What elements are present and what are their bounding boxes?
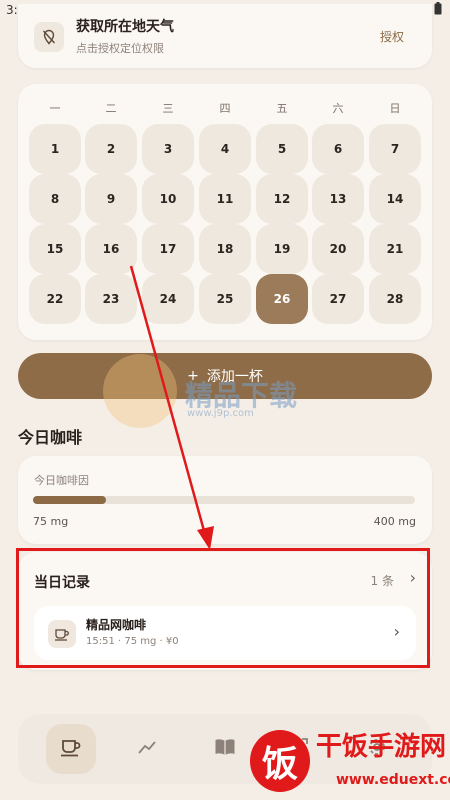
calendar-day[interactable]: 6 — [310, 124, 366, 174]
calendar-day[interactable]: 17 — [140, 224, 196, 274]
calendar-day-number: 24 — [159, 292, 177, 306]
calendar-day[interactable]: 7 — [367, 124, 423, 174]
calendar-day[interactable]: 12 — [254, 174, 310, 224]
calendar-day-number: 16 — [102, 242, 120, 256]
watermark-badge: 饭 — [250, 730, 310, 792]
weekday-label: 五 — [276, 102, 288, 115]
calendar-day-number: 10 — [159, 192, 177, 206]
calendar-day-number: 8 — [50, 192, 60, 206]
calendar-day-number: 18 — [216, 242, 234, 256]
nav-book[interactable] — [200, 724, 250, 774]
caffeine-label: 今日咖啡因 — [34, 474, 89, 487]
watermark-site-title: 干饭手游网 — [316, 732, 447, 762]
cup-icon — [60, 737, 82, 761]
calendar-day[interactable]: 25 — [197, 274, 253, 324]
calendar-day[interactable]: 23 — [83, 274, 139, 324]
watermark-logo: 精品下载 www.j9p.com — [95, 354, 355, 428]
location-off-icon — [34, 22, 64, 52]
calendar-day-number: 26 — [273, 292, 291, 306]
caffeine-current: 75 mg — [33, 515, 69, 528]
calendar-day-number: 20 — [329, 242, 347, 256]
calendar-day-number: 17 — [159, 242, 177, 256]
watermark-url: www.j9p.com — [187, 408, 254, 419]
caffeine-max: 400 mg — [373, 515, 416, 528]
calendar-day-number: 7 — [390, 142, 400, 156]
calendar-day-number: 19 — [273, 242, 291, 256]
authorize-button[interactable]: 授权 — [380, 28, 404, 45]
calendar-day-number: 14 — [386, 192, 404, 206]
calendar-day-number: 12 — [273, 192, 291, 206]
calendar-day-number: 3 — [163, 142, 173, 156]
weekday-label: 一 — [49, 102, 61, 115]
calendar-day[interactable]: 15 — [27, 224, 83, 274]
calendar-day[interactable]: 5 — [254, 124, 310, 174]
calendar-card: 一 二 三 四 五 六 日 1 2 3 4 5 6 7 8 9 10 11 12 13 14 15 16 17 1… — [18, 84, 432, 340]
caffeine-progress-bar — [33, 496, 415, 504]
calendar-day[interactable]: 9 — [83, 174, 139, 224]
location-title: 获取所在地天气 — [76, 19, 174, 35]
battery-icon — [434, 2, 442, 18]
calendar-day-number: 25 — [216, 292, 234, 306]
today-coffee-title: 今日咖啡 — [18, 428, 83, 447]
location-card[interactable]: 获取所在地天气 点击授权定位权限 授权 — [18, 4, 432, 68]
watermark-site-url: www.eduext.com — [336, 772, 450, 788]
nav-coffee[interactable] — [46, 724, 96, 774]
calendar-day[interactable]: 1 — [27, 124, 83, 174]
chart-icon — [137, 739, 157, 759]
calendar-day[interactable]: 11 — [197, 174, 253, 224]
calendar-day-number: 11 — [216, 192, 234, 206]
caffeine-progress-fill — [33, 496, 106, 504]
nav-stats[interactable] — [122, 724, 172, 774]
calendar-day-number: 4 — [220, 142, 230, 156]
calendar-day[interactable]: 16 — [83, 224, 139, 274]
weekday-label: 四 — [219, 102, 231, 115]
weekday-label: 日 — [389, 102, 401, 115]
calendar-day-number: 22 — [46, 292, 64, 306]
calendar-day[interactable]: 28 — [367, 274, 423, 324]
book-icon — [214, 738, 236, 760]
calendar-day-number: 23 — [102, 292, 120, 306]
calendar-day[interactable]: 4 — [197, 124, 253, 174]
calendar-day[interactable]: 21 — [367, 224, 423, 274]
calendar-day[interactable]: 27 — [310, 274, 366, 324]
weekday-label: 二 — [105, 102, 117, 115]
calendar-day-number: 21 — [386, 242, 404, 256]
calendar-day-number: 5 — [277, 142, 287, 156]
weekday-header: 一 二 三 四 五 六 日 — [18, 100, 432, 115]
calendar-day-number: 1 — [50, 142, 60, 156]
calendar-day-number: 28 — [386, 292, 404, 306]
calendar-day[interactable]: 13 — [310, 174, 366, 224]
location-subtitle: 点击授权定位权限 — [76, 42, 164, 55]
calendar-day[interactable]: 10 — [140, 174, 196, 224]
calendar-day-today[interactable]: 26 — [254, 274, 310, 324]
calendar-day-number: 15 — [46, 242, 64, 256]
calendar-day[interactable]: 14 — [367, 174, 423, 224]
calendar-day-number: 13 — [329, 192, 347, 206]
calendar-day[interactable]: 18 — [197, 224, 253, 274]
weekday-label: 三 — [162, 102, 174, 115]
calendar-day-number: 2 — [106, 142, 116, 156]
calendar-day[interactable]: 19 — [254, 224, 310, 274]
calendar-day[interactable]: 22 — [27, 274, 83, 324]
highlight-box — [16, 548, 430, 668]
calendar-day[interactable]: 20 — [310, 224, 366, 274]
calendar-day[interactable]: 2 — [83, 124, 139, 174]
watermark-circle-icon — [103, 354, 177, 428]
weekday-label: 六 — [332, 102, 344, 115]
calendar-day[interactable]: 3 — [140, 124, 196, 174]
calendar-day[interactable]: 24 — [140, 274, 196, 324]
watermark-site: 饭 干饭手游网 www.eduext.com — [244, 722, 450, 800]
calendar-day-number: 9 — [106, 192, 116, 206]
calendar-day[interactable]: 8 — [27, 174, 83, 224]
calendar-day-number: 27 — [329, 292, 347, 306]
calendar-day-number: 6 — [333, 142, 343, 156]
